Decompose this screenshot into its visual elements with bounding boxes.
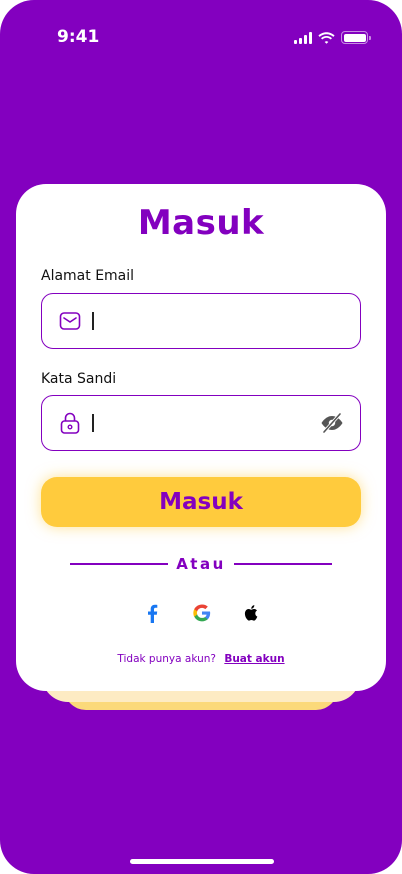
divider-text: Atau: [176, 555, 226, 573]
phone-screen: 9:41 Masuk Alamat Email Kata Sandi Masuk…: [0, 0, 402, 874]
envelope-icon: [58, 309, 82, 333]
text-caret: [92, 312, 94, 330]
cellular-signal-icon: [294, 31, 312, 44]
status-time: 9:41: [57, 27, 100, 47]
google-login-button[interactable]: [190, 601, 214, 625]
signup-prompt: Tidak punya akun? Buat akun: [0, 653, 402, 665]
email-field[interactable]: [41, 293, 361, 349]
divider-line: [70, 563, 169, 565]
wifi-icon: [318, 31, 335, 44]
signup-text: Tidak punya akun?: [117, 653, 216, 665]
google-icon: [193, 604, 211, 622]
facebook-login-button[interactable]: [140, 601, 164, 625]
divider-line: [233, 563, 332, 565]
social-login: [140, 601, 264, 625]
text-caret: [92, 414, 94, 432]
status-icons: [294, 31, 371, 44]
lock-icon: [58, 411, 82, 435]
password-label: Kata Sandi: [41, 371, 117, 387]
battery-icon: [341, 31, 371, 44]
email-input[interactable]: [101, 306, 322, 336]
eye-off-icon[interactable]: [320, 411, 344, 435]
password-input[interactable]: [101, 408, 322, 438]
home-indicator[interactable]: [130, 859, 274, 864]
or-divider: Atau: [70, 555, 332, 573]
facebook-icon: [148, 604, 158, 623]
page-title: Masuk: [137, 203, 265, 243]
apple-login-button[interactable]: [240, 601, 264, 625]
login-button[interactable]: Masuk: [41, 477, 361, 527]
signup-link[interactable]: Buat akun: [224, 653, 284, 665]
status-bar: 9:41: [0, 0, 402, 76]
password-field[interactable]: [41, 395, 361, 451]
apple-icon: [244, 605, 258, 621]
email-label: Alamat Email: [41, 268, 135, 284]
